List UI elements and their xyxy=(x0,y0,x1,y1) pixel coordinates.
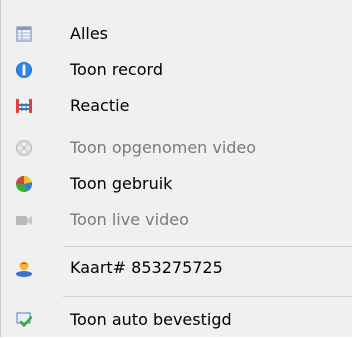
table-icon xyxy=(15,25,33,43)
menu-item-label: Toon gebruik xyxy=(70,174,173,193)
menu-item-toon-live-video: Toon live video xyxy=(1,202,352,238)
menu-item-kaart[interactable]: Kaart# 853275725 xyxy=(1,250,352,286)
menu-separator xyxy=(63,296,352,297)
menu-item-toon-record[interactable]: Toon record xyxy=(1,52,352,88)
menu-item-alles[interactable]: Alles xyxy=(1,16,352,52)
menu-item-label: Reactie xyxy=(70,96,130,115)
menu-item-toon-opgenomen-video: Toon opgenomen video xyxy=(1,130,352,166)
menu-item-label: Alles xyxy=(70,24,109,43)
menu-item-toon-auto-bevestigd[interactable]: Toon auto bevestigd xyxy=(1,302,352,338)
user-icon xyxy=(15,259,33,277)
context-menu: Alles Toon record Reactie Toon opgenomen… xyxy=(0,0,352,337)
menu-item-toon-gebruik[interactable]: Toon gebruik xyxy=(1,166,352,202)
menu-item-label: Toon record xyxy=(70,60,163,79)
info-icon xyxy=(15,61,33,79)
menu-item-label: Toon live video xyxy=(70,210,189,229)
menu-item-label: Toon opgenomen video xyxy=(70,138,257,157)
menu-item-label: Kaart# 853275725 xyxy=(70,258,223,277)
menu-item-label: Toon auto bevestigd xyxy=(70,310,232,329)
film-reel-icon xyxy=(15,139,33,157)
pie-chart-icon xyxy=(15,175,33,193)
reaction-icon xyxy=(15,97,33,115)
auto-confirm-icon xyxy=(15,311,33,329)
video-camera-icon xyxy=(15,211,33,229)
menu-item-reactie[interactable]: Reactie xyxy=(1,88,352,124)
menu-separator xyxy=(63,246,352,247)
